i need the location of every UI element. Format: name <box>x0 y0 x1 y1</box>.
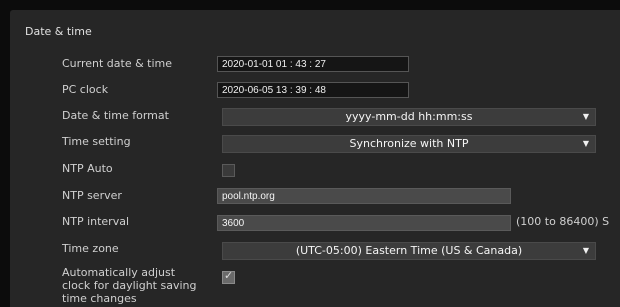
checkmark-icon: ✓ <box>224 269 234 282</box>
date-time-format-select[interactable]: yyyy-mm-dd hh:mm:ss ▼ <box>222 108 596 126</box>
row-ntp-auto: NTP Auto <box>10 159 620 179</box>
current-date-time-field: 2020-01-01 01 : 43 : 27 <box>217 56 409 72</box>
triangle-down-icon: ▼ <box>582 139 589 148</box>
row-date-time-format: Date & time format yyyy-mm-dd hh:mm:ss ▼ <box>10 106 620 126</box>
ntp-server-input[interactable]: pool.ntp.org <box>217 188 511 204</box>
ntp-auto-checkbox[interactable] <box>222 164 235 177</box>
pc-clock-label: PC clock <box>62 83 109 96</box>
time-zone-label: Time zone <box>62 242 119 255</box>
ntp-interval-range-hint: (100 to 86400) S <box>516 215 610 228</box>
row-current-date-time: Current date & time 2020-01-01 01 : 43 :… <box>10 54 620 74</box>
time-zone-value: (UTC-05:00) Eastern Time (US & Canada) <box>295 244 523 257</box>
dst-label: Automatically adjust clock for daylight … <box>62 266 197 305</box>
ntp-interval-input[interactable]: 3600 <box>217 215 511 231</box>
date-time-format-value: yyyy-mm-dd hh:mm:ss <box>345 110 473 123</box>
time-setting-select[interactable]: Synchronize with NTP ▼ <box>222 135 596 153</box>
row-time-zone: Time zone (UTC-05:00) Eastern Time (US &… <box>10 239 620 260</box>
ntp-auto-label: NTP Auto <box>62 162 113 175</box>
section-title: Date & time <box>25 25 92 38</box>
row-time-setting: Time setting Synchronize with NTP ▼ <box>10 132 620 153</box>
ntp-interval-label: NTP interval <box>62 215 130 228</box>
current-date-time-label: Current date & time <box>62 57 173 70</box>
row-ntp-interval: NTP interval 3600 (100 to 86400) S <box>10 212 620 232</box>
ntp-server-label: NTP server <box>62 189 122 202</box>
row-dst: Automatically adjust clock for daylight … <box>10 266 620 307</box>
dst-checkbox[interactable]: ✓ <box>222 269 235 284</box>
date-time-panel: Date & time Current date & time 2020-01-… <box>10 10 620 307</box>
time-zone-select[interactable]: (UTC-05:00) Eastern Time (US & Canada) ▼ <box>222 242 596 260</box>
date-time-format-label: Date & time format <box>62 109 169 122</box>
time-setting-label: Time setting <box>62 135 131 148</box>
row-ntp-server: NTP server pool.ntp.org <box>10 186 620 206</box>
pc-clock-field: 2020-06-05 13 : 39 : 48 <box>217 82 409 98</box>
triangle-down-icon: ▼ <box>582 112 589 121</box>
row-pc-clock: PC clock 2020-06-05 13 : 39 : 48 <box>10 80 620 100</box>
time-setting-value: Synchronize with NTP <box>349 137 469 150</box>
triangle-down-icon: ▼ <box>582 246 589 255</box>
